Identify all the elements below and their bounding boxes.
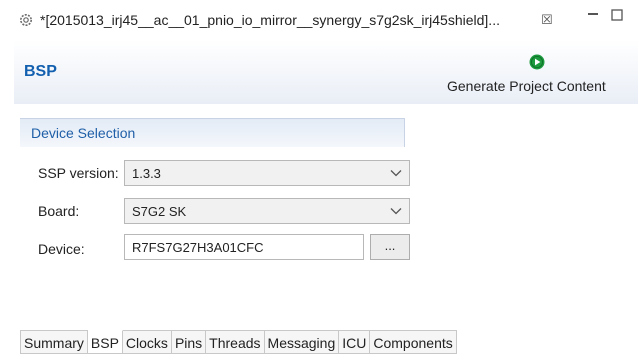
board-label: Board: (38, 203, 80, 219)
tab-pins[interactable]: Pins (171, 330, 207, 354)
play-circle-icon[interactable] (529, 54, 545, 70)
tab-components[interactable]: Components (370, 330, 457, 354)
maximize-icon[interactable] (610, 8, 624, 22)
device-label: Device: (38, 241, 85, 257)
board-select[interactable]: S7G2 SK (124, 198, 410, 224)
gear-icon (20, 14, 32, 26)
editor-tab[interactable]: *[2015013_irj45__ac__01_pnio_io_mirror__… (14, 6, 572, 34)
generate-project-content-button[interactable]: Generate Project Content (447, 78, 606, 94)
editor-tab-bar: *[2015013_irj45__ac__01_pnio_io_mirror__… (0, 0, 638, 38)
ssp-version-select[interactable]: 1.3.3 (124, 160, 410, 186)
chevron-down-icon (390, 208, 402, 215)
editor-tab-title: *[2015013_irj45__ac__01_pnio_io_mirror__… (40, 12, 500, 28)
board-value: S7G2 SK (132, 204, 187, 219)
tab-bsp[interactable]: BSP (87, 330, 123, 354)
tab-clocks[interactable]: Clocks (122, 330, 172, 354)
page-tab-strip: Summary BSP Clocks Pins Threads Messaging ICU C… (20, 330, 457, 354)
page-title: BSP (24, 63, 57, 80)
tab-threads[interactable]: Threads (206, 330, 265, 354)
section-header[interactable]: Device Selection (20, 118, 405, 147)
tab-icu[interactable]: ICU (339, 330, 371, 354)
device-browse-button[interactable]: ... (370, 234, 410, 260)
editor-header: BSP Generate Project Content (14, 40, 638, 104)
close-icon[interactable]: ☒ (541, 12, 553, 28)
minimize-icon[interactable] (586, 8, 600, 22)
chevron-down-icon (390, 170, 402, 177)
device-input[interactable] (124, 234, 364, 260)
device-selection-section: Device Selection SSP version: 1.3.3 Boar… (20, 118, 410, 288)
ssp-version-label: SSP version: (38, 165, 119, 181)
tab-messaging[interactable]: Messaging (264, 330, 340, 354)
ssp-version-value: 1.3.3 (132, 166, 161, 181)
tab-summary[interactable]: Summary (20, 330, 88, 354)
section-title: Device Selection (31, 125, 136, 141)
